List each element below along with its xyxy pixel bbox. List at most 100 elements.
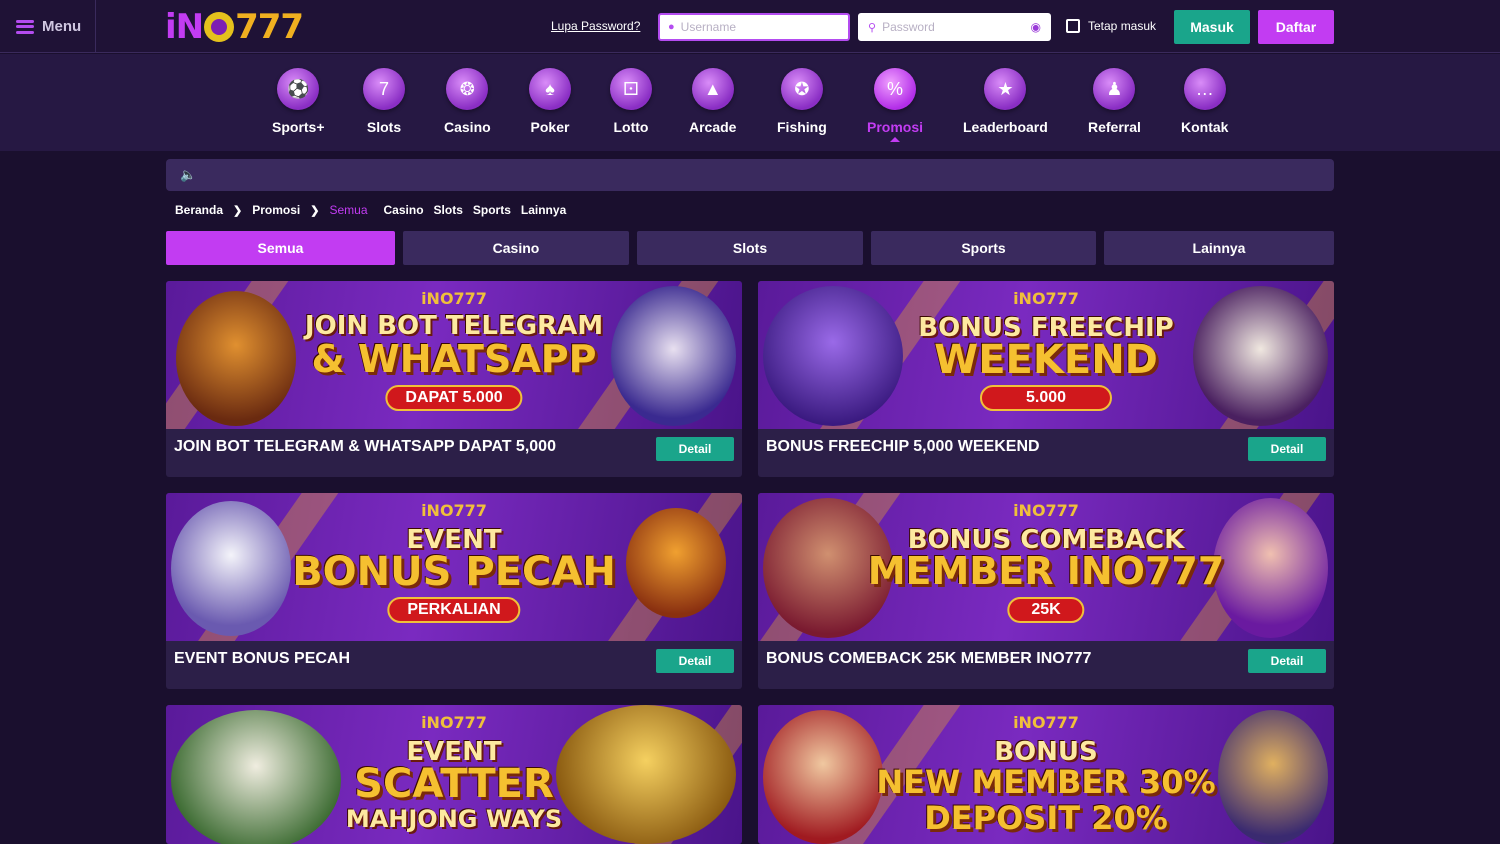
breadcrumb-sports[interactable]: Sports — [473, 203, 511, 217]
tab-semua[interactable]: Semua — [166, 231, 395, 265]
nav-label: Arcade — [689, 119, 737, 135]
register-button[interactable]: Daftar — [1258, 10, 1334, 44]
nav-item-arcade[interactable]: ▲ Arcade — [689, 68, 736, 135]
nav-item-slots[interactable]: 7 Slots — [363, 68, 405, 135]
poker-icon: ♠ — [529, 68, 571, 110]
site-logo[interactable]: iN 777 — [165, 7, 304, 47]
breadcrumb-lainnya[interactable]: Lainnya — [521, 203, 566, 217]
promo-icon: % — [874, 68, 916, 110]
nav-item-promosi[interactable]: % Promosi — [867, 68, 923, 142]
banner-line3: DEPOSIT 20% — [924, 799, 1168, 837]
tab-slots[interactable]: Slots — [637, 231, 863, 265]
password-input[interactable] — [882, 20, 1033, 34]
tab-casino[interactable]: Casino — [403, 231, 629, 265]
login-button[interactable]: Masuk — [1174, 10, 1250, 44]
nav-item-leaderboard[interactable]: ★ Leaderboard — [963, 68, 1048, 135]
promo-title: EVENT BONUS PECAH — [174, 650, 351, 667]
banner-brand: iNO777 — [421, 289, 487, 308]
slots-icon: 7 — [363, 68, 405, 110]
banner-brand: iNO777 — [421, 501, 487, 520]
logo-number: 777 — [235, 7, 304, 47]
hide-password-icon[interactable]: ◉ — [1031, 20, 1041, 34]
password-field[interactable]: ⚲ ◉ — [858, 13, 1051, 41]
top-bar: Menu iN 777 Lupa Password? ● ⚲ ◉ Tetap ma… — [0, 0, 1500, 53]
breadcrumb-beranda[interactable]: Beranda — [175, 203, 223, 217]
banner-pill: 25K — [1007, 597, 1085, 623]
detail-button[interactable]: Detail — [1248, 437, 1326, 461]
breadcrumb-semua[interactable]: Semua — [329, 203, 367, 217]
speaker-icon: 🔈 — [180, 167, 197, 182]
nav-label: Kontak — [1181, 119, 1229, 135]
arcade-icon: ▲ — [691, 68, 734, 110]
nav-label: Leaderboard — [963, 119, 1048, 135]
banner-pill: DAPAT 5.000 — [385, 385, 523, 411]
chevron-right-icon: ❯ — [233, 204, 243, 217]
promo-card[interactable]: iNO777 EVENT SCATTER MAHJONG WAYS — [166, 705, 742, 844]
promo-banner[interactable]: iNO777 BONUS COMEBACK MEMBER INO777 25K — [758, 493, 1334, 641]
promo-banner[interactable]: iNO777 BONUS FREECHIP WEEKEND 5.000 — [758, 281, 1334, 429]
breadcrumb-promosi[interactable]: Promosi — [252, 203, 300, 217]
remember-checkbox[interactable] — [1066, 19, 1080, 33]
banner-line2: & WHATSAPP — [311, 337, 597, 381]
menu-button[interactable]: Menu — [0, 0, 96, 53]
detail-button[interactable]: Detail — [656, 437, 734, 461]
promo-title: JOIN BOT TELEGRAM & WHATSAPP DAPAT 5,000 — [174, 438, 556, 455]
tab-sports[interactable]: Sports — [871, 231, 1096, 265]
fishing-icon: ✪ — [780, 68, 823, 110]
banner-brand: iNO777 — [421, 713, 487, 732]
promo-card[interactable]: iNO777 BONUS NEW MEMBER 30% DEPOSIT 20% — [758, 705, 1334, 844]
detail-button[interactable]: Detail — [656, 649, 734, 673]
menu-label: Menu — [42, 18, 82, 35]
hamburger-icon — [16, 19, 34, 34]
sports-icon: ⚽ — [277, 68, 320, 110]
promo-tabs: Semua Casino Slots Sports Lainnya — [166, 231, 1334, 265]
nav-label: Sports+ — [272, 119, 325, 135]
banner-pill: PERKALIAN — [387, 597, 521, 623]
key-icon: ⚲ — [868, 21, 877, 34]
breadcrumb: Beranda ❯ Promosi ❯ Semua Casino Slots S… — [175, 203, 576, 217]
forgot-password-link[interactable]: Lupa Password? — [551, 19, 640, 33]
promo-card[interactable]: iNO777 BONUS FREECHIP WEEKEND 5.000 BONU… — [758, 281, 1334, 477]
promo-banner[interactable]: iNO777 EVENT BONUS PECAH PERKALIAN — [166, 493, 742, 641]
nav-item-fishing[interactable]: ✪ Fishing — [777, 68, 827, 135]
username-field[interactable]: ● — [658, 13, 850, 41]
promo-card[interactable]: iNO777 JOIN BOT TELEGRAM & WHATSAPP DAPA… — [166, 281, 742, 477]
nav-label: Lotto — [613, 119, 649, 135]
promo-banner[interactable]: iNO777 BONUS NEW MEMBER 30% DEPOSIT 20% — [758, 705, 1334, 844]
promo-banner[interactable]: iNO777 EVENT SCATTER MAHJONG WAYS — [166, 705, 742, 844]
promo-card[interactable]: iNO777 EVENT BONUS PECAH PERKALIAN EVENT… — [166, 493, 742, 689]
promo-banner[interactable]: iNO777 JOIN BOT TELEGRAM & WHATSAPP DAPA… — [166, 281, 742, 429]
tab-lainnya[interactable]: Lainnya — [1104, 231, 1334, 265]
logo-coin-icon — [204, 12, 235, 42]
banner-brand: iNO777 — [1013, 501, 1079, 520]
remember-me[interactable]: Tetap masuk — [1066, 19, 1156, 33]
nav-label: Promosi — [867, 119, 924, 135]
banner-line2: BONUS PECAH — [292, 549, 616, 595]
remember-label: Tetap masuk — [1088, 19, 1157, 33]
chat-icon: … — [1183, 68, 1226, 110]
nav-item-poker[interactable]: ♠ Poker — [529, 68, 571, 135]
chevron-right-icon: ❯ — [310, 204, 320, 217]
nav-item-casino[interactable]: ❂ Casino — [444, 68, 491, 135]
referral-icon: ♟ — [1093, 68, 1136, 110]
breadcrumb-slots[interactable]: Slots — [434, 203, 463, 217]
announcement-bar: 🔈 — [166, 159, 1334, 191]
nav-item-lotto[interactable]: ⚀ Lotto — [610, 68, 652, 135]
detail-button[interactable]: Detail — [1248, 649, 1326, 673]
promo-title: BONUS COMEBACK 25K MEMBER INO777 — [766, 650, 1092, 667]
banner-line2: WEEKEND — [934, 337, 1158, 383]
banner-brand: iNO777 — [1013, 713, 1079, 732]
breadcrumb-casino[interactable]: Casino — [384, 203, 424, 217]
nav-item-sports[interactable]: ⚽ Sports+ — [272, 68, 325, 135]
lotto-icon: ⚀ — [610, 68, 652, 110]
logo-text: iN — [165, 7, 204, 47]
nav-label: Referral — [1088, 119, 1141, 135]
nav-label: Fishing — [777, 119, 827, 135]
nav-item-kontak[interactable]: … Kontak — [1181, 68, 1228, 135]
banner-line2: SCATTER — [354, 761, 554, 807]
promo-card[interactable]: iNO777 BONUS COMEBACK MEMBER INO777 25K … — [758, 493, 1334, 689]
username-input[interactable] — [680, 20, 831, 34]
nav-label: Poker — [530, 119, 570, 135]
banner-pill: 5.000 — [979, 385, 1113, 411]
nav-item-referral[interactable]: ♟ Referral — [1088, 68, 1141, 135]
